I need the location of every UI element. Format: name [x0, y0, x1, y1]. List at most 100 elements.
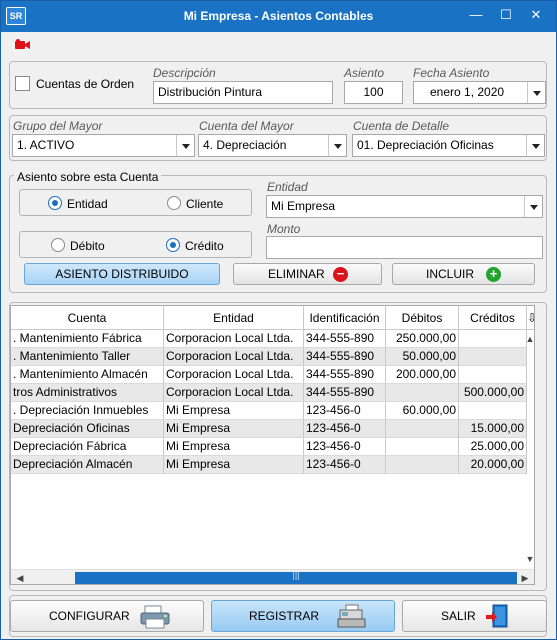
salir-button[interactable]: SALIR — [402, 600, 547, 632]
salir-label: SALIR — [441, 609, 476, 623]
scrollbar-thumb[interactable]: ||| — [75, 570, 517, 584]
chevron-down-icon[interactable] — [176, 135, 194, 156]
table-cell-creditos — [459, 330, 527, 348]
cliente-radio-label[interactable]: Cliente — [186, 197, 223, 211]
table-cell-entidad: Corporacion Local Ltda. — [164, 384, 304, 402]
table-cell-entidad: Mi Empresa — [164, 456, 304, 474]
entidad-value: Mi Empresa — [271, 199, 336, 213]
fecha-asiento-value: enero 1, 2020 — [430, 85, 505, 99]
chevron-down-icon[interactable] — [524, 196, 542, 217]
minimize-button[interactable]: — — [465, 4, 487, 26]
asiento-field[interactable]: 100 — [344, 81, 403, 104]
entidad-radio-label[interactable]: Entidad — [67, 197, 108, 211]
table-cell-cuenta: tros Administrativos — [11, 384, 164, 402]
configurar-button[interactable]: CONFIGURAR — [10, 600, 204, 632]
vertical-scrollbar[interactable]: ▲ ▼ — [526, 330, 534, 574]
table-cell-id: 344-555-890 — [304, 384, 386, 402]
registrar-button[interactable]: REGISTRAR — [211, 600, 395, 632]
eliminar-button[interactable]: ELIMINAR − — [233, 263, 382, 285]
col-entidad-header[interactable]: Entidad — [164, 306, 304, 330]
table-cell-entidad: Corporacion Local Ltda. — [164, 366, 304, 384]
asiento-cuenta-legend: Asiento sobre esta Cuenta — [14, 170, 162, 184]
asientos-table[interactable]: Cuenta Entidad Identificación Débitos Crédit… — [10, 305, 535, 585]
table-cell-id: 344-555-890 — [304, 348, 386, 366]
monto-input[interactable] — [266, 236, 543, 259]
cuenta-mayor-label: Cuenta del Mayor — [199, 119, 294, 133]
horizontal-scrollbar[interactable]: ◀ ||| ▶ — [11, 569, 534, 584]
cliente-radio[interactable] — [167, 196, 181, 210]
table-cell-cuenta: . Depreciación Inmuebles — [11, 402, 164, 420]
col-cuenta-header[interactable]: Cuenta — [11, 306, 164, 330]
table-cell-id: 123-456-0 — [304, 402, 386, 420]
table-cell-cuenta: . Mantenimiento Taller — [11, 348, 164, 366]
table-cell-debitos — [386, 420, 459, 438]
scrollbar-grip-icon: ||| — [292, 570, 300, 580]
table-cell-debitos — [386, 456, 459, 474]
chevron-down-icon[interactable] — [328, 135, 346, 156]
cuenta-mayor-value: 4. Depreciación — [203, 138, 287, 152]
scroll-down-icon[interactable]: ▼ — [523, 552, 534, 566]
table-cell-entidad: Mi Empresa — [164, 438, 304, 456]
table-cell-id: 344-555-890 — [304, 366, 386, 384]
debito-radio-label[interactable]: Débito — [70, 239, 105, 253]
debito-radio[interactable] — [51, 238, 65, 252]
minus-circle-icon: − — [333, 267, 348, 282]
table-cell-cuenta: Depreciación Fábrica — [11, 438, 164, 456]
video-camera-icon[interactable] — [15, 39, 31, 51]
credito-radio-label[interactable]: Crédito — [185, 239, 224, 253]
table-cell-creditos: 20.000,00 — [459, 456, 527, 474]
table-cell-debitos: 200.000,00 — [386, 366, 459, 384]
table-cell-creditos: 15.000,00 — [459, 420, 527, 438]
table-cell-id: 123-456-0 — [304, 456, 386, 474]
incluir-button[interactable]: INCLUIR + — [392, 263, 535, 285]
cash-register-icon — [337, 604, 366, 628]
asiento-distribuido-button[interactable]: ASIENTO DISTRIBUIDO — [24, 263, 220, 285]
chevron-down-icon[interactable] — [526, 135, 544, 156]
maximize-button[interactable]: ☐ — [495, 4, 517, 26]
fecha-asiento-picker[interactable]: enero 1, 2020 — [413, 81, 546, 104]
cuenta-mayor-select[interactable]: 4. Depreciación — [198, 134, 347, 157]
grupo-mayor-label: Grupo del Mayor — [13, 119, 103, 133]
cuentas-orden-checkbox[interactable] — [15, 76, 30, 91]
table-cell-creditos: 500.000,00 — [459, 384, 527, 402]
table-cell-creditos: 25.000,00 — [459, 438, 527, 456]
entidad-select[interactable]: Mi Empresa — [266, 195, 543, 218]
table-cell-debitos — [386, 384, 459, 402]
chevron-down-icon[interactable] — [527, 82, 545, 103]
col-creditos-header[interactable]: Créditos — [459, 306, 527, 330]
scroll-right-icon[interactable]: ▶ — [518, 571, 532, 584]
close-button[interactable]: ✕ — [525, 4, 547, 26]
grupo-mayor-select[interactable]: 1. ACTIVO — [12, 134, 195, 157]
monto-label: Monto — [267, 222, 301, 236]
table-cell-cuenta: Depreciación Oficinas — [11, 420, 164, 438]
grupo-mayor-value: 1. ACTIVO — [17, 138, 75, 152]
descripcion-label: Descripción — [153, 66, 216, 80]
header-group: Cuentas de Orden Descripción Distribució… — [9, 61, 547, 109]
table-cell-entidad: Mi Empresa — [164, 420, 304, 438]
entidad-label: Entidad — [267, 180, 308, 194]
asiento-cuenta-group: Asiento sobre esta Cuenta Entidad Client… — [9, 170, 547, 293]
cuenta-detalle-select[interactable]: 01. Depreciación Oficinas — [352, 134, 545, 157]
credito-radio[interactable] — [166, 238, 180, 252]
title-bar[interactable]: SR Mi Empresa - Asientos Contables — ☐ ✕ — [1, 1, 556, 32]
scroll-left-icon[interactable]: ◀ — [13, 571, 27, 584]
entidad-radio[interactable] — [48, 196, 62, 210]
cuentas-orden-label: Cuentas de Orden — [36, 77, 135, 91]
exit-door-icon — [486, 604, 508, 628]
descripcion-field[interactable]: Distribución Pintura — [153, 81, 333, 104]
app-window: SR Mi Empresa - Asientos Contables — ☐ ✕… — [0, 0, 557, 640]
table-cell-cuenta: . Mantenimiento Almacén — [11, 366, 164, 384]
table-cell-id: 123-456-0 — [304, 438, 386, 456]
col-debitos-header[interactable]: Débitos — [386, 306, 459, 330]
column-chooser-icon[interactable]: ⇩ — [527, 306, 534, 330]
table-cell-debitos: 250.000,00 — [386, 330, 459, 348]
eliminar-label: ELIMINAR — [268, 267, 325, 281]
table-cell-creditos — [459, 366, 527, 384]
scroll-up-icon[interactable]: ▲ — [523, 332, 534, 346]
asiento-label: Asiento — [344, 66, 385, 80]
table-cell-id: 123-456-0 — [304, 420, 386, 438]
table-cell-creditos — [459, 402, 527, 420]
col-identificacion-header[interactable]: Identificación — [304, 306, 386, 330]
table-cell-debitos — [386, 438, 459, 456]
table-cell-cuenta: . Mantenimiento Fábrica — [11, 330, 164, 348]
